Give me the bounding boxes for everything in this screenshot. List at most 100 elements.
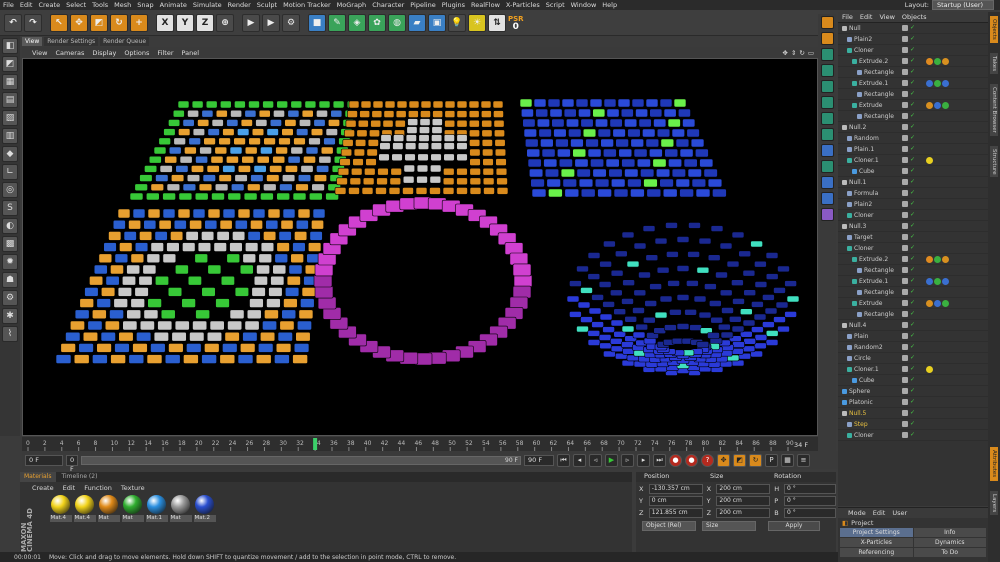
layer-swatch[interactable] xyxy=(902,289,908,295)
go-to-start-icon[interactable]: ⏮ xyxy=(557,453,570,467)
enable-check-icon[interactable]: ✓ xyxy=(910,113,915,119)
object-row[interactable]: Rectangle ✓ xyxy=(838,89,988,100)
material-tag-icon[interactable] xyxy=(926,58,933,65)
object-row[interactable]: Plain2 ✓ xyxy=(838,199,988,210)
camera-icon[interactable]: ▣ xyxy=(428,13,446,32)
matmenu-function[interactable]: Function xyxy=(84,484,112,492)
go-to-end-icon[interactable]: ⏭ xyxy=(653,453,666,467)
texture-mode-icon[interactable]: ▦ xyxy=(2,74,18,90)
psr-indicator[interactable]: PSR 0 xyxy=(508,15,524,32)
enable-check-icon[interactable]: ✓ xyxy=(910,124,915,130)
object-visibility[interactable]: ✓ xyxy=(902,58,915,64)
apply-button[interactable]: Apply xyxy=(768,521,820,531)
workplane-icon[interactable]: ▤ xyxy=(2,92,18,108)
snap-icon[interactable]: S xyxy=(2,200,18,216)
layer-swatch[interactable] xyxy=(902,432,908,438)
mograph-fracture-icon[interactable] xyxy=(820,64,834,77)
layer-swatch[interactable] xyxy=(902,410,908,416)
particles-icon[interactable]: ✱ xyxy=(2,308,18,324)
hair-icon[interactable]: ⌇ xyxy=(2,326,18,342)
dock-tab-objects[interactable]: Objects xyxy=(990,16,998,43)
object-visibility[interactable]: ✓ xyxy=(902,135,915,141)
object-row[interactable]: Rectangle ✓ xyxy=(838,265,988,276)
frame-range-slider[interactable]: 90 F xyxy=(81,455,521,465)
record-scale-icon[interactable]: ◩ xyxy=(733,453,746,467)
menu-character[interactable]: Character xyxy=(372,1,404,9)
size-y-field[interactable]: 200 cm xyxy=(716,495,771,506)
material-tag-icon[interactable] xyxy=(934,278,941,285)
object-visibility[interactable]: ✓ xyxy=(902,355,915,361)
render-view-icon[interactable]: ▶ xyxy=(242,13,260,32)
material-tag-icon[interactable] xyxy=(926,102,933,109)
object-row[interactable]: Cloner.1 ✓ xyxy=(838,364,988,375)
object-visibility[interactable]: ✓ xyxy=(902,223,915,229)
object-visibility[interactable]: ✓ xyxy=(902,289,915,295)
object-row[interactable]: Rectangle ✓ xyxy=(838,111,988,122)
matmenu-texture[interactable]: Texture xyxy=(121,484,145,492)
position-x-field[interactable]: -130.357 cm xyxy=(648,483,703,494)
edges-mode-icon[interactable]: ▥ xyxy=(2,128,18,144)
material-tag-icon[interactable] xyxy=(942,278,949,285)
menu-edit[interactable]: Edit xyxy=(20,1,33,9)
previous-key-icon[interactable]: ◂ xyxy=(573,453,586,467)
enable-check-icon[interactable]: ✓ xyxy=(910,190,915,196)
layer-swatch[interactable] xyxy=(902,311,908,317)
material-tag-icon[interactable] xyxy=(942,256,949,263)
layer-swatch[interactable] xyxy=(902,388,908,394)
object-visibility[interactable]: ✓ xyxy=(902,333,915,339)
layer-swatch[interactable] xyxy=(902,25,908,31)
viewport-menu-view[interactable]: View xyxy=(32,49,47,57)
tab-timeline[interactable]: Timeline (2) xyxy=(58,472,102,482)
menu-plugins[interactable]: Plugins xyxy=(442,1,465,9)
enable-check-icon[interactable]: ✓ xyxy=(910,278,915,284)
mograph-text-icon[interactable] xyxy=(820,96,834,109)
object-visibility[interactable]: ✓ xyxy=(902,168,915,174)
material-swatch[interactable]: Mat.1 xyxy=(145,495,168,522)
object-visibility[interactable]: ✓ xyxy=(902,278,915,284)
layer-swatch[interactable] xyxy=(902,278,908,284)
matmenu-create[interactable]: Create xyxy=(32,484,54,492)
material-tag-icon[interactable] xyxy=(942,58,949,65)
render-icon[interactable] xyxy=(820,16,834,29)
material-swatch[interactable]: Mat.4 xyxy=(49,495,72,522)
matmenu-edit[interactable]: Edit xyxy=(63,484,76,492)
sculpt-icon[interactable]: ✹ xyxy=(2,254,18,270)
pan-icon[interactable]: ✥ xyxy=(782,49,787,57)
material-swatch[interactable]: Mat.2 xyxy=(193,495,216,522)
edit-render-settings-icon[interactable]: ⚙ xyxy=(282,13,300,32)
object-row[interactable]: Cloner ✓ xyxy=(838,430,988,441)
material-tag-icon[interactable] xyxy=(934,300,941,307)
orbit-icon[interactable]: ↻ xyxy=(799,49,804,57)
object-row[interactable]: Rectangle ✓ xyxy=(838,309,988,320)
layer-swatch[interactable] xyxy=(902,223,908,229)
record-position-icon[interactable]: ✥ xyxy=(717,453,730,467)
enable-check-icon[interactable]: ✓ xyxy=(910,421,915,427)
menu-help[interactable]: Help xyxy=(602,1,617,9)
object-visibility[interactable]: ✓ xyxy=(902,124,915,130)
objmenu-file[interactable]: File xyxy=(842,13,853,21)
material-swatch[interactable]: Mat xyxy=(121,495,144,522)
object-visibility[interactable]: ✓ xyxy=(902,102,915,108)
menu-motion-tracker[interactable]: Motion Tracker xyxy=(283,1,331,9)
object-row[interactable]: Target ✓ xyxy=(838,232,988,243)
object-row[interactable]: Random2 ✓ xyxy=(838,342,988,353)
points-mode-icon[interactable]: ▨ xyxy=(2,110,18,126)
attr-tab-dynamics[interactable]: Dynamics xyxy=(913,538,986,547)
menu-render[interactable]: Render xyxy=(228,1,251,9)
object-visibility[interactable]: ✓ xyxy=(902,377,915,383)
tab-render-settings[interactable]: Render Settings xyxy=(44,37,99,46)
mograph-shader-icon[interactable] xyxy=(820,208,834,221)
enable-check-icon[interactable]: ✓ xyxy=(910,355,915,361)
object-row[interactable]: Formula ✓ xyxy=(838,188,988,199)
viewport-menu-options[interactable]: Options xyxy=(124,49,149,57)
layer-swatch[interactable] xyxy=(902,146,908,152)
object-visibility[interactable]: ✓ xyxy=(902,322,915,328)
menu-select[interactable]: Select xyxy=(66,1,86,9)
object-visibility[interactable]: ✓ xyxy=(902,432,915,438)
object-visibility[interactable]: ✓ xyxy=(902,245,915,251)
object-visibility[interactable]: ✓ xyxy=(902,69,915,75)
object-visibility[interactable]: ✓ xyxy=(902,91,915,97)
menu-script[interactable]: Script xyxy=(546,1,565,9)
enable-check-icon[interactable]: ✓ xyxy=(910,102,915,108)
layer-swatch[interactable] xyxy=(902,366,908,372)
